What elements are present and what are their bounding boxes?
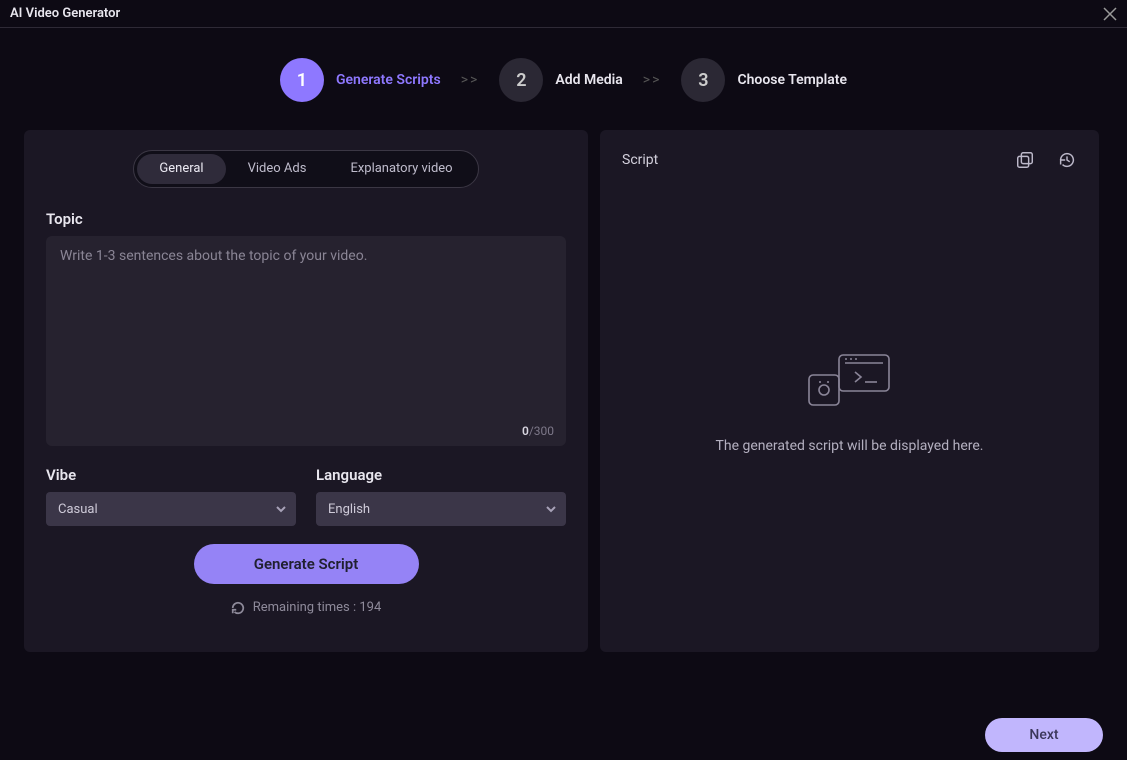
copy-icon[interactable] [1015,150,1035,170]
step-number: 1 [280,58,324,102]
step-separator: >> [461,72,480,88]
next-button[interactable]: Next [985,718,1103,752]
script-panel-title: Script [622,152,658,168]
language-value: English [328,502,370,517]
tab-video-ads[interactable]: Video Ads [226,154,329,184]
vibe-select[interactable]: Casual [46,492,296,526]
step-label: Generate Scripts [336,72,441,88]
step-choose-template[interactable]: 3 Choose Template [681,58,847,102]
refresh-icon [231,601,245,615]
stepper: 1 Generate Scripts >> 2 Add Media >> 3 C… [0,28,1127,122]
vibe-value: Casual [58,502,98,517]
topic-label: Topic [46,210,566,228]
history-icon[interactable] [1057,150,1077,170]
remaining-times: Remaining times : 194 [231,600,382,615]
panel-script-output: Script [600,130,1099,652]
step-add-media[interactable]: 2 Add Media [499,58,622,102]
topic-input[interactable] [46,236,566,446]
titlebar: AI Video Generator [0,0,1127,28]
panel-script-input: General Video Ads Explanatory video Topi… [24,130,588,652]
close-icon[interactable] [1103,7,1117,21]
vibe-label: Vibe [46,466,296,484]
step-number: 2 [499,58,543,102]
step-separator: >> [643,72,662,88]
chevron-down-icon [546,504,556,514]
char-count: 0/300 [522,424,554,438]
language-label: Language [316,466,566,484]
step-label: Add Media [555,72,622,88]
step-label: Choose Template [737,72,847,88]
tab-general[interactable]: General [137,154,225,184]
generate-script-button[interactable]: Generate Script [194,544,419,584]
language-select[interactable]: English [316,492,566,526]
topic-field-wrap: 0/300 [46,236,566,446]
script-placeholder-text: The generated script will be displayed h… [716,438,984,454]
chevron-down-icon [276,504,286,514]
step-generate-scripts[interactable]: 1 Generate Scripts [280,58,441,102]
step-number: 3 [681,58,725,102]
script-type-tabs: General Video Ads Explanatory video [133,150,478,188]
script-placeholder-illustration [805,353,895,412]
window-title: AI Video Generator [10,6,120,21]
tab-explanatory-video[interactable]: Explanatory video [328,154,474,184]
